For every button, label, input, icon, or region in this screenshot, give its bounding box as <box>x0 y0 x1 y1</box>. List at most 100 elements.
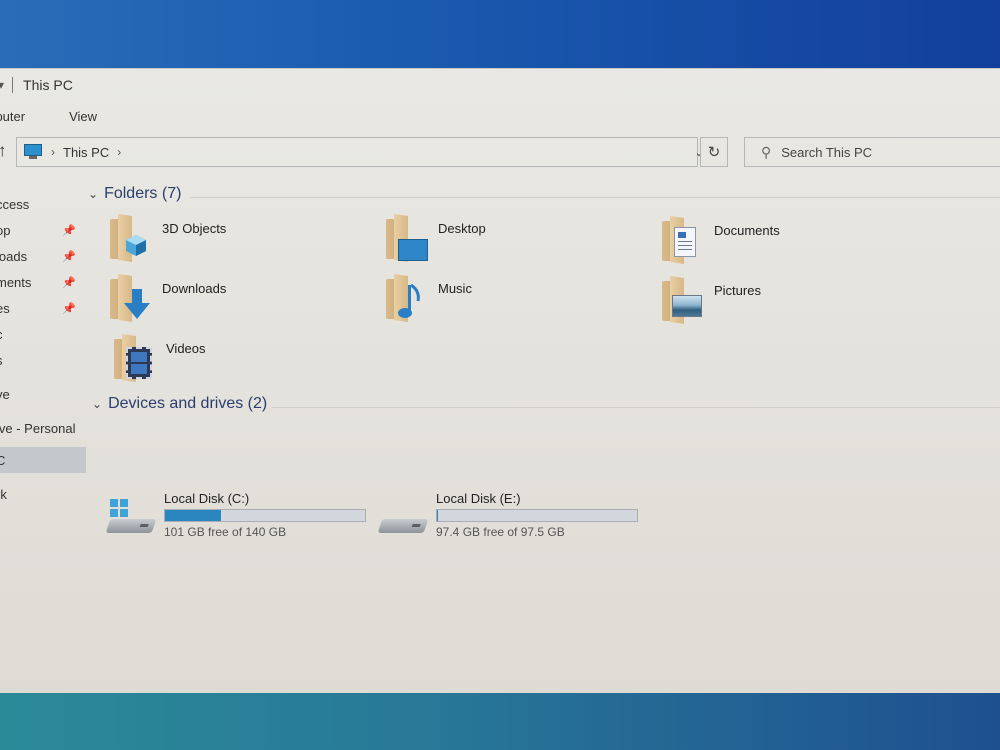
folder-name: Videos <box>166 341 206 356</box>
folder-desktop[interactable]: Desktop <box>386 214 646 271</box>
group-divider <box>190 197 1000 198</box>
search-icon: ⚲ <box>761 143 772 160</box>
sidebar-item-label: rk <box>0 486 7 502</box>
navigation-pane: ccess op 📌 loads 📌 ments 📌 es 📌 c s ve i… <box>0 177 86 694</box>
search-input[interactable] <box>781 144 982 160</box>
sidebar-item-network[interactable]: rk <box>0 481 86 507</box>
folders-group-header[interactable]: ⌄ Folders (7) <box>88 185 181 203</box>
drive-c[interactable]: Local Disk (C:) 101 GB free of 140 GB <box>105 491 368 543</box>
sidebar-item-label: loads <box>0 248 28 264</box>
download-arrow-icon <box>124 289 150 319</box>
folder-name: Documents <box>714 223 780 238</box>
this-pc-icon <box>23 144 43 160</box>
folder-icon <box>110 274 154 325</box>
folder-pictures[interactable]: Pictures <box>662 276 922 333</box>
folder-name: Music <box>438 281 472 296</box>
up-arrow-icon[interactable]: ↑ <box>0 141 7 161</box>
drive-usage-bar <box>436 509 638 522</box>
folder-music[interactable]: Music <box>386 274 646 331</box>
desktop-icon <box>398 239 428 261</box>
sidebar-item-label: s <box>0 353 3 368</box>
sidebar-item-label: ive - Personal <box>0 420 76 436</box>
tab-view-label: View <box>69 108 98 124</box>
tab-computer-label: Computer <box>0 108 26 124</box>
tab-computer[interactable]: Computer <box>0 109 40 124</box>
cube-icon <box>124 233 148 257</box>
breadcrumb-chevron-icon[interactable]: › <box>51 145 55 159</box>
sidebar-item-desktop[interactable]: op 📌 <box>0 217 86 243</box>
folder-name: Desktop <box>438 221 486 236</box>
refresh-icon: ↻ <box>707 144 721 161</box>
folder-icon <box>114 334 158 385</box>
sidebar-item-documents[interactable]: ments 📌 <box>0 269 86 295</box>
folder-icon <box>386 214 430 265</box>
refresh-button[interactable]: ↻ <box>700 137 728 167</box>
folder-name: Downloads <box>162 281 227 296</box>
drive-name: Local Disk (E:) <box>436 491 521 506</box>
navigation-row: ↑ › This PC › ⌄ ↻ ⚲ <box>0 135 1000 169</box>
folder-name: Pictures <box>714 283 761 298</box>
drive-e[interactable]: Local Disk (E:) 97.4 GB free of 97.5 GB <box>377 491 640 543</box>
content-pane: ⌄ Folders (7) 3D Objects Desktop Documen… <box>86 177 1000 694</box>
breadcrumb-chevron-icon[interactable]: › <box>117 145 121 159</box>
folders-group-title: Folders (7) <box>104 185 182 202</box>
picture-icon <box>672 295 702 317</box>
ribbon-tabs: Computer View <box>0 103 1000 129</box>
sidebar-item-onedrive[interactable]: ve <box>0 381 86 407</box>
sidebar-item-downloads[interactable]: loads 📌 <box>0 243 86 269</box>
drive-name: Local Disk (C:) <box>164 491 250 506</box>
quick-access-dropdown-icon[interactable]: ▾ <box>0 78 4 92</box>
drives-group-title: Devices and drives (2) <box>108 395 268 412</box>
sidebar-item-this-pc[interactable]: C <box>0 447 86 473</box>
sidebar-item-label: op <box>0 222 11 238</box>
drives-group-header[interactable]: ⌄ Devices and drives (2) <box>92 395 267 413</box>
folder-3d-objects[interactable]: 3D Objects <box>110 214 370 271</box>
chevron-down-icon[interactable]: ⌄ <box>88 187 98 201</box>
title-bar: ▾ This PC <box>0 69 1000 101</box>
group-divider <box>272 407 1000 408</box>
folder-documents[interactable]: Documents <box>662 216 922 273</box>
pin-icon[interactable]: 📌 <box>62 276 76 289</box>
sidebar-item-label: ccess <box>0 196 30 212</box>
search-box[interactable]: ⚲ <box>744 137 1000 167</box>
sidebar-item-videos[interactable]: s <box>0 347 86 373</box>
chevron-down-icon[interactable]: ⌄ <box>92 397 102 411</box>
folder-icon <box>110 214 154 265</box>
hard-drive-icon <box>377 499 429 539</box>
system-drive-icon <box>105 499 157 539</box>
folder-icon <box>386 274 430 325</box>
sidebar-item-label: c <box>0 327 3 342</box>
desktop-background-top <box>0 0 1000 68</box>
windows-logo-icon <box>110 499 128 517</box>
sidebar-item-label: es <box>0 300 10 316</box>
sidebar-item-label: ments <box>0 274 32 290</box>
address-bar[interactable]: › This PC › ⌄ <box>16 137 704 167</box>
breadcrumb-this-pc[interactable]: This PC <box>63 145 109 160</box>
tab-view[interactable]: View <box>54 109 112 124</box>
folder-icon <box>662 276 706 327</box>
title-separator <box>12 77 14 93</box>
pin-icon[interactable]: 📌 <box>62 224 76 237</box>
drive-free-space: 101 GB free of 140 GB <box>164 525 287 539</box>
sidebar-item-quick-access[interactable]: ccess <box>0 191 86 217</box>
sidebar-item-label: ve <box>0 386 10 402</box>
sidebar-item-pictures[interactable]: es 📌 <box>0 295 86 321</box>
file-explorer-window: ▾ This PC Computer View ↑ › This PC › ⌄ … <box>0 68 1000 694</box>
folder-videos[interactable]: Videos <box>114 334 374 391</box>
pin-icon[interactable]: 📌 <box>62 302 76 315</box>
sidebar-item-onedrive-personal[interactable]: ive - Personal <box>0 415 86 441</box>
document-icon <box>674 227 696 257</box>
folder-icon <box>662 216 706 267</box>
sidebar-item-label: C <box>0 453 5 468</box>
folder-name: 3D Objects <box>162 221 227 236</box>
folder-downloads[interactable]: Downloads <box>110 274 370 331</box>
film-icon <box>126 347 152 379</box>
drive-usage-fill <box>165 510 221 521</box>
window-title: This PC <box>23 77 73 93</box>
desktop-background-bottom <box>0 693 1000 750</box>
music-note-icon <box>398 283 422 319</box>
sidebar-item-music[interactable]: c <box>0 321 86 347</box>
pin-icon[interactable]: 📌 <box>62 250 76 263</box>
drive-usage-bar <box>164 509 366 522</box>
drive-free-space: 97.4 GB free of 97.5 GB <box>436 525 565 539</box>
